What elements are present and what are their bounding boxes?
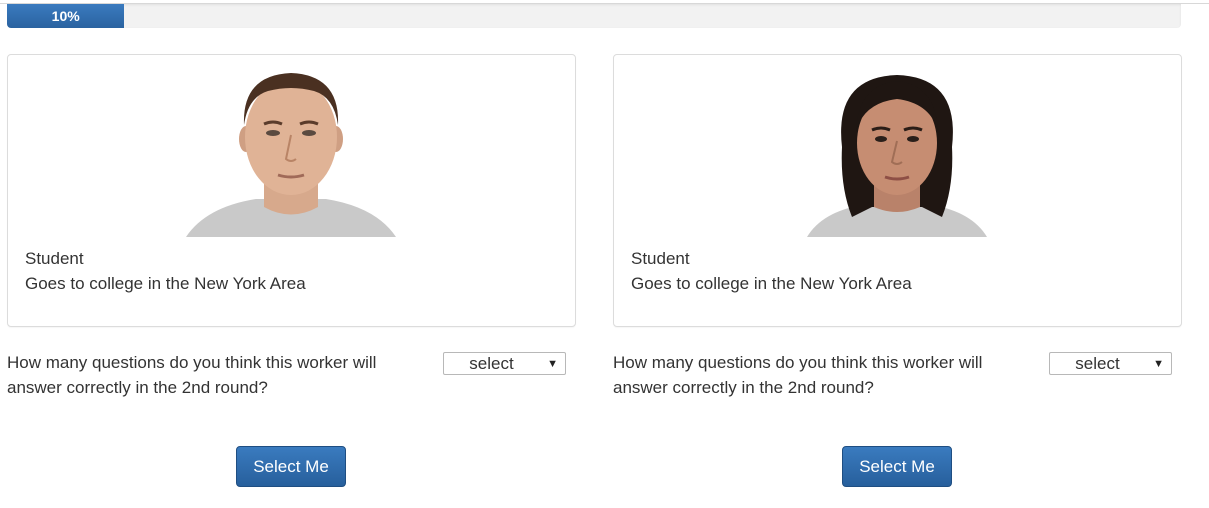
- male-portrait-icon: [186, 73, 396, 237]
- worker-column-2: Student Goes to college in the New York …: [613, 0, 1182, 508]
- select-value: select: [469, 354, 514, 373]
- select-me-button[interactable]: Select Me: [236, 446, 346, 487]
- prediction-select[interactable]: select ▼: [443, 352, 566, 375]
- worker-description: Goes to college in the New York Area: [25, 274, 306, 293]
- worker-photo: [782, 67, 1012, 237]
- worker-card: Student Goes to college in the New York …: [613, 54, 1182, 327]
- prediction-select[interactable]: select ▼: [1049, 352, 1172, 375]
- worker-role: Student: [631, 249, 690, 268]
- worker-role: Student: [25, 249, 84, 268]
- worker-photo: [176, 67, 406, 237]
- select-me-button[interactable]: Select Me: [842, 446, 952, 487]
- female-portrait-icon: [807, 75, 987, 237]
- dropdown-arrow-icon: ▼: [1153, 358, 1164, 370]
- prediction-question: How many questions do you think this wor…: [613, 353, 983, 397]
- select-value: select: [1075, 354, 1120, 373]
- dropdown-arrow-icon: ▼: [547, 358, 558, 370]
- worker-card: Student Goes to college in the New York …: [7, 54, 576, 327]
- worker-description: Goes to college in the New York Area: [631, 274, 912, 293]
- worker-column-1: Student Goes to college in the New York …: [7, 0, 576, 508]
- prediction-question: How many questions do you think this wor…: [7, 353, 377, 397]
